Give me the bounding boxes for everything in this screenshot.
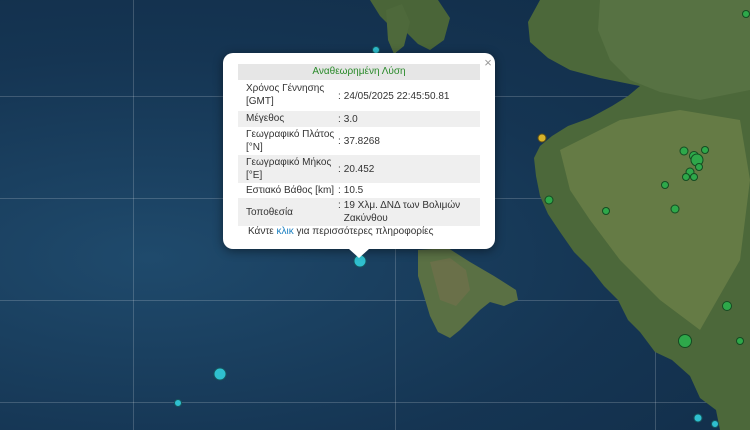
earthquake-marker[interactable] [544,195,554,205]
separator: : [338,90,341,102]
info-row-latitude: Γεωγραφικό Πλάτος [°N] :37.8268 [238,127,480,155]
earthquake-marker[interactable] [722,301,732,311]
earthquake-marker[interactable] [701,146,709,154]
info-value: 10.5 [343,185,364,196]
info-value: 3.0 [343,113,358,125]
separator: : [338,163,341,175]
info-row-longitude: Γεωγραφικό Μήκος [°E] :20.452 [238,155,480,183]
info-value: 37.8268 [343,135,380,147]
earthquake-marker[interactable] [682,173,690,181]
separator: : [338,113,341,125]
earthquake-marker[interactable] [690,173,698,181]
close-icon[interactable]: × [482,56,494,70]
earthquake-marker[interactable] [661,181,669,189]
info-value: 20.452 [343,163,375,175]
earthquake-marker[interactable] [693,413,703,423]
earthquake-marker[interactable] [695,163,703,171]
info-row-magnitude: Μέγεθος :3.0 [238,111,480,127]
earthquake-marker[interactable] [602,207,610,215]
earthquake-marker[interactable] [711,420,719,428]
earthquake-marker[interactable] [678,334,692,348]
earthquake-marker[interactable] [213,367,227,381]
earthquake-marker[interactable] [742,10,750,18]
info-value: 24/05/2025 22:45:50.81 [343,90,450,102]
footer-text: Κάντε [248,226,277,237]
info-label: Χρόνος Γέννησης [GMT] [246,83,325,107]
info-row-origin-time: Χρόνος Γέννησης [GMT] :24/05/2025 22:45:… [238,81,480,111]
info-label: Εστιακό Βάθος [km] [246,185,335,196]
footer-text: για περισσότερες πληροφορίες [293,226,434,237]
info-label: Τοποθεσία [246,206,293,218]
earthquake-marker[interactable] [670,204,680,214]
info-label: Γεωγραφικό Μήκος [°E] [246,157,332,181]
info-label: Μέγεθος [246,113,285,124]
event-info-table: Χρόνος Γέννησης [GMT] :24/05/2025 22:45:… [238,81,480,226]
info-label: Γεωγραφικό Πλάτος [°N] [246,129,335,153]
separator: : [338,200,341,211]
popup-footer: Κάντε κλικ για περισσότερες πληροφορίες [248,226,488,238]
separator: : [338,135,341,147]
info-row-location: Τοποθεσία :19 Χλμ. ΔΝΔ των Βολιμών Ζακύν… [238,198,480,226]
earthquake-marker[interactable] [736,337,744,345]
earthquake-marker[interactable] [174,399,182,407]
popup-title: Αναθεωρημένη Λύση [238,64,480,80]
popup-pointer [349,249,369,258]
more-info-link[interactable]: κλικ [277,226,294,237]
separator: : [338,185,341,196]
earthquake-marker[interactable] [537,133,547,143]
earthquake-marker[interactable] [679,146,689,156]
info-value: 19 Χλμ. ΔΝΔ των Βολιμών Ζακύνθου [343,200,461,224]
info-row-depth: Εστιακό Βάθος [km] :10.5 [238,183,480,198]
